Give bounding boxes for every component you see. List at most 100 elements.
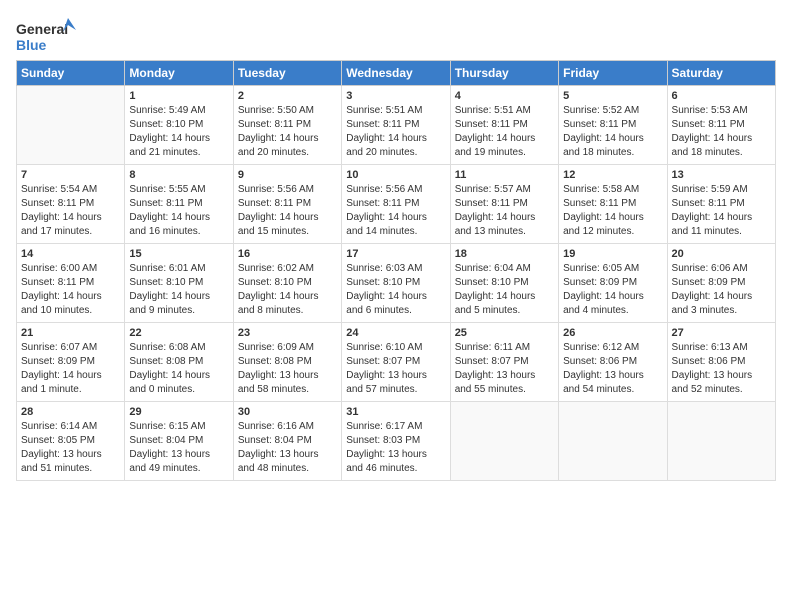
day-info: Sunrise: 5:49 AMSunset: 8:10 PMDaylight:… [129, 104, 228, 160]
day-number: 27 [672, 327, 771, 339]
day-number: 4 [455, 90, 554, 102]
day-number: 11 [455, 169, 554, 181]
day-of-week-header: Sunday [17, 61, 125, 86]
day-number: 10 [346, 169, 445, 181]
day-of-week-header: Tuesday [233, 61, 341, 86]
day-info: Sunrise: 5:57 AMSunset: 8:11 PMDaylight:… [455, 183, 554, 239]
svg-text:General: General [16, 21, 68, 37]
day-number: 22 [129, 327, 228, 339]
day-number: 9 [238, 169, 337, 181]
day-info: Sunrise: 5:53 AMSunset: 8:11 PMDaylight:… [672, 104, 771, 160]
calendar-cell: 18 Sunrise: 6:04 AMSunset: 8:10 PMDayligh… [450, 244, 558, 323]
day-number: 18 [455, 248, 554, 260]
day-info: Sunrise: 5:51 AMSunset: 8:11 PMDaylight:… [346, 104, 445, 160]
day-info: Sunrise: 6:11 AMSunset: 8:07 PMDaylight:… [455, 341, 554, 397]
day-info: Sunrise: 6:05 AMSunset: 8:09 PMDaylight:… [563, 262, 662, 318]
day-info: Sunrise: 6:13 AMSunset: 8:06 PMDaylight:… [672, 341, 771, 397]
day-info: Sunrise: 6:01 AMSunset: 8:10 PMDaylight:… [129, 262, 228, 318]
calendar-cell: 10 Sunrise: 5:56 AMSunset: 8:11 PMDayligh… [342, 165, 450, 244]
svg-text:Blue: Blue [16, 37, 47, 53]
calendar-cell [17, 86, 125, 165]
day-number: 25 [455, 327, 554, 339]
day-number: 16 [238, 248, 337, 260]
day-number: 14 [21, 248, 120, 260]
day-info: Sunrise: 5:52 AMSunset: 8:11 PMDaylight:… [563, 104, 662, 160]
day-info: Sunrise: 6:04 AMSunset: 8:10 PMDaylight:… [455, 262, 554, 318]
day-info: Sunrise: 6:02 AMSunset: 8:10 PMDaylight:… [238, 262, 337, 318]
day-info: Sunrise: 6:09 AMSunset: 8:08 PMDaylight:… [238, 341, 337, 397]
calendar-cell: 5 Sunrise: 5:52 AMSunset: 8:11 PMDaylight… [559, 86, 667, 165]
day-info: Sunrise: 6:00 AMSunset: 8:11 PMDaylight:… [21, 262, 120, 318]
calendar-week-row: 28Sunrise: 6:14 AMSunset: 8:05 PMDayligh… [17, 402, 776, 481]
day-info: Sunrise: 6:17 AMSunset: 8:03 PMDaylight:… [346, 420, 445, 476]
day-info: Sunrise: 6:10 AMSunset: 8:07 PMDaylight:… [346, 341, 445, 397]
day-info: Sunrise: 5:55 AMSunset: 8:11 PMDaylight:… [129, 183, 228, 239]
day-info: Sunrise: 6:12 AMSunset: 8:06 PMDaylight:… [563, 341, 662, 397]
day-number: 21 [21, 327, 120, 339]
calendar-cell: 23 Sunrise: 6:09 AMSunset: 8:08 PMDayligh… [233, 323, 341, 402]
calendar-cell: 15Sunrise: 6:01 AMSunset: 8:10 PMDayligh… [125, 244, 233, 323]
day-info: Sunrise: 5:58 AMSunset: 8:11 PMDaylight:… [563, 183, 662, 239]
calendar-cell: 17 Sunrise: 6:03 AMSunset: 8:10 PMDayligh… [342, 244, 450, 323]
day-info: Sunrise: 5:51 AMSunset: 8:11 PMDaylight:… [455, 104, 554, 160]
calendar-cell: 20Sunrise: 6:06 AMSunset: 8:09 PMDayligh… [667, 244, 775, 323]
day-number: 6 [672, 90, 771, 102]
day-of-week-header: Saturday [667, 61, 775, 86]
calendar-cell: 1 Sunrise: 5:49 AMSunset: 8:10 PMDaylight… [125, 86, 233, 165]
calendar-week-row: 14 Sunrise: 6:00 AMSunset: 8:11 PMDayligh… [17, 244, 776, 323]
calendar-cell: 25 Sunrise: 6:11 AMSunset: 8:07 PMDayligh… [450, 323, 558, 402]
day-info: Sunrise: 6:08 AMSunset: 8:08 PMDaylight:… [129, 341, 228, 397]
day-info: Sunrise: 6:15 AMSunset: 8:04 PMDaylight:… [129, 420, 228, 476]
calendar-cell: 4 Sunrise: 5:51 AMSunset: 8:11 PMDaylight… [450, 86, 558, 165]
day-number: 2 [238, 90, 337, 102]
day-number: 20 [672, 248, 771, 260]
day-info: Sunrise: 6:07 AMSunset: 8:09 PMDaylight:… [21, 341, 120, 397]
day-number: 1 [129, 90, 228, 102]
calendar-cell: 24 Sunrise: 6:10 AMSunset: 8:07 PMDayligh… [342, 323, 450, 402]
calendar-cell: 11 Sunrise: 5:57 AMSunset: 8:11 PMDayligh… [450, 165, 558, 244]
calendar-cell: 27 Sunrise: 6:13 AMSunset: 8:06 PMDayligh… [667, 323, 775, 402]
logo-svg: GeneralBlue [16, 16, 76, 56]
day-info: Sunrise: 5:56 AMSunset: 8:11 PMDaylight:… [238, 183, 337, 239]
day-number: 12 [563, 169, 662, 181]
day-info: Sunrise: 6:03 AMSunset: 8:10 PMDaylight:… [346, 262, 445, 318]
calendar-table: SundayMondayTuesdayWednesdayThursdayFrid… [16, 60, 776, 481]
day-number: 29 [129, 406, 228, 418]
calendar-cell: 16 Sunrise: 6:02 AMSunset: 8:10 PMDayligh… [233, 244, 341, 323]
calendar-cell: 14 Sunrise: 6:00 AMSunset: 8:11 PMDayligh… [17, 244, 125, 323]
day-info: Sunrise: 5:50 AMSunset: 8:11 PMDaylight:… [238, 104, 337, 160]
calendar-cell: 19 Sunrise: 6:05 AMSunset: 8:09 PMDayligh… [559, 244, 667, 323]
day-info: Sunrise: 5:59 AMSunset: 8:11 PMDaylight:… [672, 183, 771, 239]
calendar-cell: 31Sunrise: 6:17 AMSunset: 8:03 PMDayligh… [342, 402, 450, 481]
calendar-cell [450, 402, 558, 481]
day-number: 23 [238, 327, 337, 339]
day-number: 17 [346, 248, 445, 260]
day-number: 19 [563, 248, 662, 260]
day-number: 5 [563, 90, 662, 102]
day-info: Sunrise: 6:16 AMSunset: 8:04 PMDaylight:… [238, 420, 337, 476]
calendar-cell: 3Sunrise: 5:51 AMSunset: 8:11 PMDaylight… [342, 86, 450, 165]
day-number: 26 [563, 327, 662, 339]
calendar-cell: 28Sunrise: 6:14 AMSunset: 8:05 PMDayligh… [17, 402, 125, 481]
day-number: 7 [21, 169, 120, 181]
calendar-week-row: 7Sunrise: 5:54 AMSunset: 8:11 PMDaylight… [17, 165, 776, 244]
calendar-week-row: 21 Sunrise: 6:07 AMSunset: 8:09 PMDayligh… [17, 323, 776, 402]
day-number: 13 [672, 169, 771, 181]
calendar-cell: 29 Sunrise: 6:15 AMSunset: 8:04 PMDayligh… [125, 402, 233, 481]
calendar-cell: 6 Sunrise: 5:53 AMSunset: 8:11 PMDaylight… [667, 86, 775, 165]
calendar-cell: 26 Sunrise: 6:12 AMSunset: 8:06 PMDayligh… [559, 323, 667, 402]
calendar-cell: 12 Sunrise: 5:58 AMSunset: 8:11 PMDayligh… [559, 165, 667, 244]
calendar-cell: 7Sunrise: 5:54 AMSunset: 8:11 PMDaylight… [17, 165, 125, 244]
day-number: 8 [129, 169, 228, 181]
day-number: 30 [238, 406, 337, 418]
calendar-cell: 13 Sunrise: 5:59 AMSunset: 8:11 PMDayligh… [667, 165, 775, 244]
day-of-week-header: Monday [125, 61, 233, 86]
calendar-cell: 22 Sunrise: 6:08 AMSunset: 8:08 PMDayligh… [125, 323, 233, 402]
calendar-cell: 2 Sunrise: 5:50 AMSunset: 8:11 PMDaylight… [233, 86, 341, 165]
day-info: Sunrise: 5:56 AMSunset: 8:11 PMDaylight:… [346, 183, 445, 239]
calendar-cell: 30 Sunrise: 6:16 AMSunset: 8:04 PMDayligh… [233, 402, 341, 481]
page-header: GeneralBlue [16, 16, 776, 56]
day-of-week-header: Thursday [450, 61, 558, 86]
day-number: 24 [346, 327, 445, 339]
calendar-cell: 9 Sunrise: 5:56 AMSunset: 8:11 PMDaylight… [233, 165, 341, 244]
